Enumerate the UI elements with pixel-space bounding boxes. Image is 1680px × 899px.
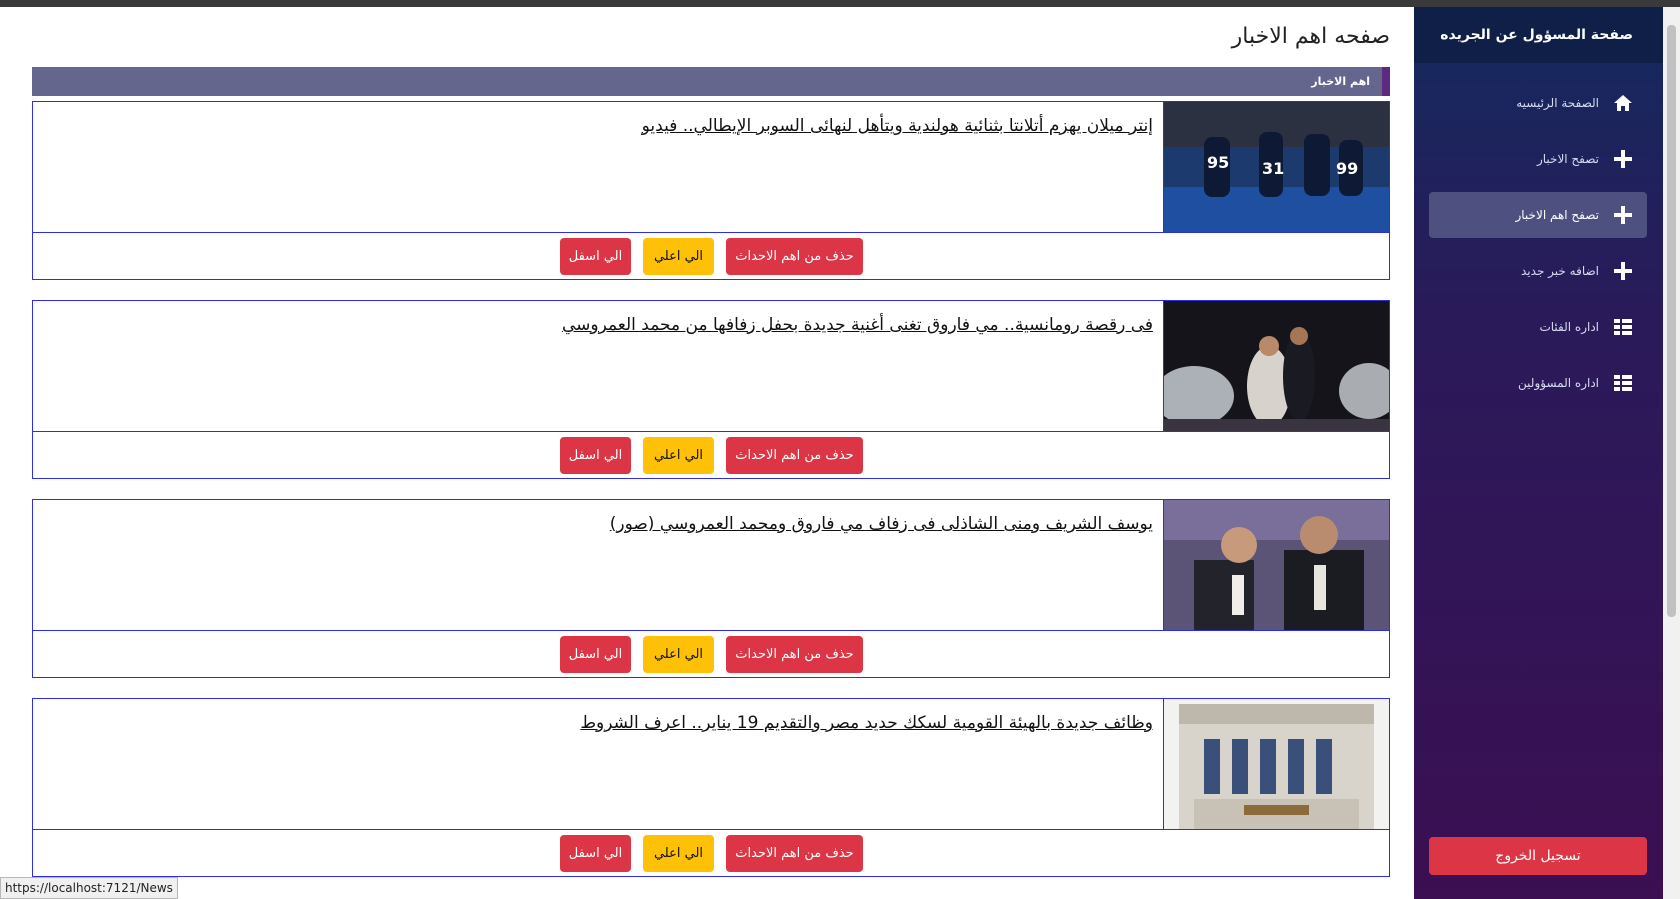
news-card: فى رقصة رومانسية.. مي فاروق تغنى أغنية ج… [32, 300, 1390, 479]
news-card: يوسف الشريف ومنى الشاذلى فى زفاف مي فارو… [32, 499, 1390, 678]
move-down-button[interactable]: الي اسفل [560, 636, 631, 673]
plus-icon [1614, 262, 1632, 280]
news-title-link[interactable]: فى رقصة رومانسية.. مي فاروق تغنى أغنية ج… [53, 315, 1153, 335]
logout-button[interactable]: تسجيل الخروج [1429, 837, 1647, 875]
news-card-actions: حذف من اهم الاحداث الي اعلي الي اسفل [32, 431, 1390, 479]
sidebar-item-label: اضافه خبر جديد [1521, 264, 1599, 278]
news-thumbnail [1163, 699, 1389, 829]
news-card-body: وظائف جديدة بالهيئة القومية لسكك حديد مص… [32, 698, 1390, 830]
status-bar-url: https://localhost:7121/News [0, 877, 178, 899]
sidebar-item-categories[interactable]: اداره الفئات [1429, 304, 1647, 350]
news-thumbnail [1163, 500, 1389, 630]
sidebar-item-admins[interactable]: اداره المسؤولين [1429, 360, 1647, 406]
news-card-actions: حذف من اهم الاحداث الي اعلي الي اسفل [32, 630, 1390, 678]
move-down-button[interactable]: الي اسفل [560, 238, 631, 275]
page-scrollbar[interactable] [1663, 7, 1680, 899]
move-down-button[interactable]: الي اسفل [560, 437, 631, 474]
news-card-body: إنتر ميلان يهزم أتلانتا بثنائية هولندية … [32, 101, 1390, 233]
move-up-button[interactable]: الي اعلي [643, 238, 714, 275]
move-down-button[interactable]: الي اسفل [560, 835, 631, 872]
page-title: صفحه اهم الاخبار [1231, 24, 1390, 49]
sidebar-item-top-news[interactable]: تصفح اهم الاخبار [1429, 192, 1647, 238]
news-card: وظائف جديدة بالهيئة القومية لسكك حديد مص… [32, 698, 1390, 877]
move-up-button[interactable]: الي اعلي [643, 636, 714, 673]
news-card-body: فى رقصة رومانسية.. مي فاروق تغنى أغنية ج… [32, 300, 1390, 432]
sidebar-nav: الصفحة الرئيسيه تصفح الاخبار تصفح اهم ال… [1429, 80, 1647, 416]
sidebar-item-home[interactable]: الصفحة الرئيسيه [1429, 80, 1647, 126]
sidebar: صفحة المسؤول عن الجريده الصفحة الرئيسيه … [1414, 7, 1663, 899]
news-thumbnail [1163, 301, 1389, 431]
news-title-link[interactable]: وظائف جديدة بالهيئة القومية لسكك حديد مص… [53, 713, 1153, 733]
sidebar-item-label: تصفح اهم الاخبار [1515, 208, 1599, 222]
remove-from-top-button[interactable]: حذف من اهم الاحداث [726, 238, 863, 275]
news-card-actions: حذف من اهم الاحداث الي اعلي الي اسفل [32, 829, 1390, 877]
news-card-body: يوسف الشريف ومنى الشاذلى فى زفاف مي فارو… [32, 499, 1390, 631]
section-header-label: اهم الاخبار [1311, 75, 1370, 88]
list-icon [1614, 375, 1632, 391]
move-up-button[interactable]: الي اعلي [643, 437, 714, 474]
news-title-link[interactable]: إنتر ميلان يهزم أتلانتا بثنائية هولندية … [53, 116, 1153, 136]
remove-from-top-button[interactable]: حذف من اهم الاحداث [726, 835, 863, 872]
plus-icon [1614, 150, 1632, 168]
remove-from-top-button[interactable]: حذف من اهم الاحداث [726, 636, 863, 673]
remove-from-top-button[interactable]: حذف من اهم الاحداث [726, 437, 863, 474]
news-title-link[interactable]: يوسف الشريف ومنى الشاذلى فى زفاف مي فارو… [53, 514, 1153, 534]
sidebar-title: صفحة المسؤول عن الجريده [1414, 7, 1663, 63]
svg-text:95: 95 [1207, 153, 1229, 172]
sidebar-item-label: الصفحة الرئيسيه [1516, 96, 1599, 110]
svg-text:31: 31 [1262, 159, 1284, 178]
sidebar-item-label: اداره المسؤولين [1518, 376, 1599, 390]
move-up-button[interactable]: الي اعلي [643, 835, 714, 872]
sidebar-item-label: اداره الفئات [1539, 320, 1599, 334]
svg-text:99: 99 [1336, 159, 1358, 178]
list-icon [1614, 319, 1632, 335]
sidebar-item-add-news[interactable]: اضافه خبر جديد [1429, 248, 1647, 294]
home-icon [1614, 95, 1632, 111]
section-header: اهم الاخبار [32, 67, 1390, 96]
sidebar-item-label: تصفح الاخبار [1536, 152, 1599, 166]
news-card-actions: حذف من اهم الاحداث الي اعلي الي اسفل [32, 232, 1390, 280]
window-top-edge [0, 0, 1680, 7]
scrollbar-thumb[interactable] [1667, 25, 1676, 617]
sidebar-item-browse-news[interactable]: تصفح الاخبار [1429, 136, 1647, 182]
plus-icon [1614, 206, 1632, 224]
news-card: إنتر ميلان يهزم أتلانتا بثنائية هولندية … [32, 101, 1390, 280]
news-thumbnail: 95 31 99 [1163, 102, 1389, 232]
